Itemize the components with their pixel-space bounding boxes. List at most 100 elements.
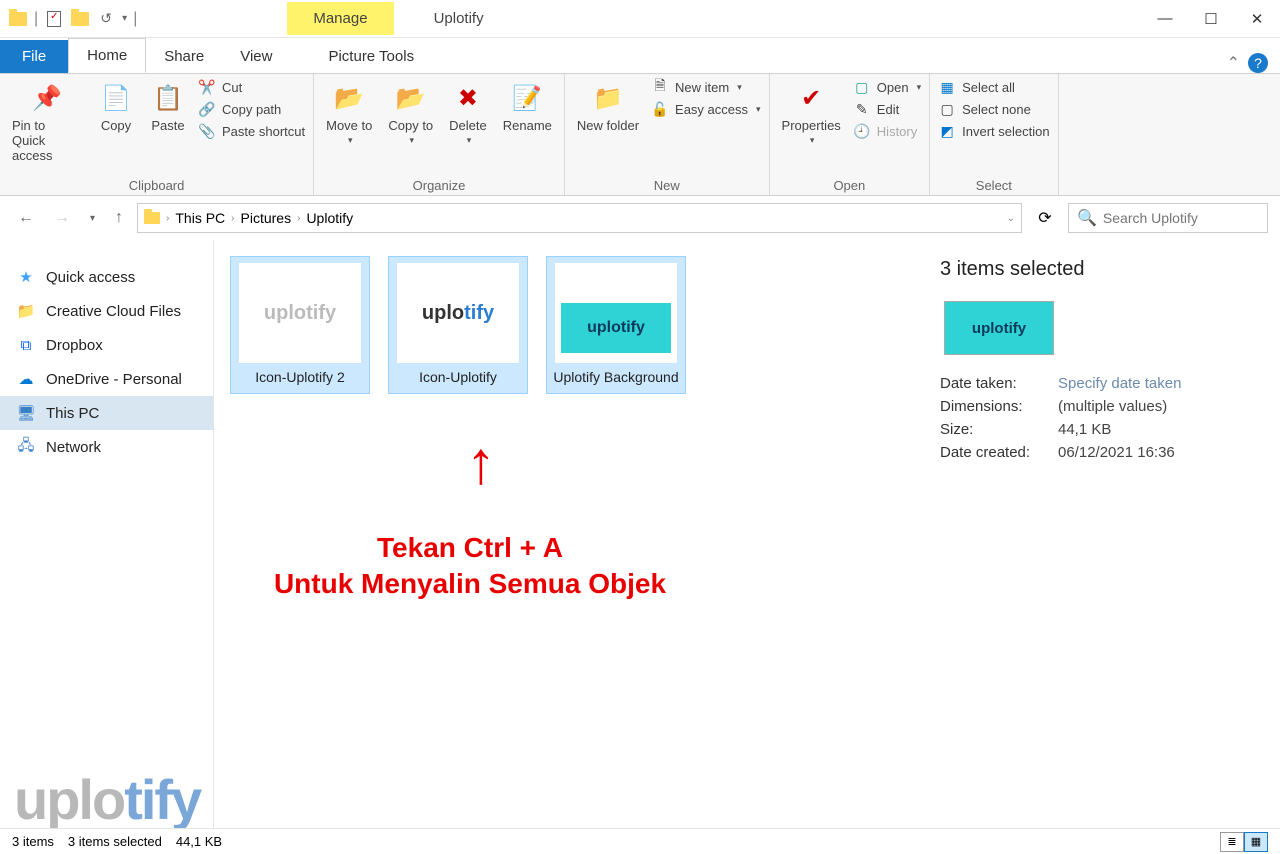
status-selected: 3 items selected (68, 834, 162, 849)
forward-button[interactable]: → (48, 205, 76, 231)
copy-path-button[interactable]: 🔗 Copy path (198, 100, 305, 118)
rename-button[interactable]: 📝Rename (499, 76, 556, 133)
cloud-icon: ☁ (16, 370, 36, 388)
sidebar-label: This PC (46, 405, 99, 422)
thumbnail: uplotify (555, 263, 677, 363)
copy-to-label: Copy to (388, 118, 433, 133)
properties-button[interactable]: ✔Properties (778, 76, 845, 146)
copy-to-button[interactable]: 📂Copy to (384, 76, 437, 146)
pin-label: Pin to Quick access (12, 118, 82, 163)
breadcrumb-uplotify[interactable]: Uplotify (306, 210, 353, 226)
sidebar-item-this-pc[interactable]: 🖥This PC (0, 396, 213, 430)
file-list[interactable]: uplotify Icon-Uplotify 2 uplotify Icon-U… (214, 240, 940, 828)
file-name: Icon-Uplotify (419, 369, 497, 385)
folder-icon: 📁 (16, 302, 36, 320)
navigation-row: ← → ▾ ↑ › This PC › Pictures › Uplotify … (0, 196, 1280, 240)
help-icon[interactable]: ? (1248, 53, 1268, 73)
new-folder-label: New folder (577, 118, 639, 133)
properties-qat-button[interactable] (44, 9, 64, 29)
new-folder-qat-button[interactable] (70, 9, 90, 29)
sidebar-item-dropbox[interactable]: ⧉Dropbox (0, 328, 213, 362)
tab-picture-tools[interactable]: Picture Tools (310, 40, 432, 73)
paste-shortcut-button[interactable]: 📎Paste shortcut (198, 122, 305, 140)
breadcrumb-this-pc[interactable]: This PC (175, 210, 225, 226)
sidebar-item-onedrive[interactable]: ☁ OneDrive - Personal (0, 362, 213, 396)
select-all-label: Select all (962, 80, 1015, 95)
copy-path-label: Copy path (222, 102, 281, 117)
invert-selection-button[interactable]: ◩Invert selection (938, 122, 1049, 140)
prop-key: Date created: (940, 444, 1040, 461)
content-area: ★Quick access 📁Creative Cloud Files ⧉Dro… (0, 240, 1280, 828)
back-button[interactable]: ← (12, 205, 40, 231)
close-button[interactable]: ✕ (1234, 0, 1280, 38)
new-folder-icon: 📁 (590, 80, 626, 116)
edit-label: Edit (877, 102, 899, 117)
move-to-button[interactable]: 📂Move to (322, 76, 376, 146)
thumbnails-view-button[interactable]: ▦ (1244, 832, 1268, 852)
tab-file[interactable]: File (0, 40, 68, 73)
file-name: Icon-Uplotify 2 (255, 369, 344, 385)
status-bar: 3 items 3 items selected 44,1 KB ≣ ▦ (0, 828, 1280, 854)
recent-dropdown[interactable]: ▾ (84, 209, 101, 228)
paste-button[interactable]: 📋 Paste (146, 76, 190, 133)
prop-key: Dimensions: (940, 398, 1040, 415)
tab-share[interactable]: Share (146, 40, 222, 73)
search-box[interactable]: 🔍 (1068, 203, 1268, 233)
shortcut-icon: 📎 (198, 122, 216, 140)
select-all-button[interactable]: ▦Select all (938, 78, 1049, 96)
details-view-button[interactable]: ≣ (1220, 832, 1244, 852)
prop-val[interactable]: Specify date taken (1058, 375, 1181, 392)
minimize-button[interactable]: — (1142, 0, 1188, 38)
open-button[interactable]: ▢Open (853, 78, 921, 96)
thumbnail: uplotify (397, 263, 519, 363)
new-folder-button[interactable]: 📁 New folder (573, 76, 643, 133)
invert-label: Invert selection (962, 124, 1049, 139)
cut-button[interactable]: ✂️Cut (198, 78, 305, 96)
sidebar-item-network[interactable]: 🖧Network (0, 430, 213, 464)
ribbon-tabs: File Home Share View Picture Tools ⌃ ? (0, 38, 1280, 74)
new-item-label: New item (675, 80, 729, 95)
pin-quick-access-button[interactable]: 📌 Pin to Quick access (8, 76, 86, 163)
group-organize-label: Organize (322, 178, 556, 195)
file-item[interactable]: uplotify Icon-Uplotify 2 (230, 256, 370, 394)
tab-view[interactable]: View (222, 40, 290, 73)
navigation-pane: ★Quick access 📁Creative Cloud Files ⧉Dro… (0, 240, 214, 828)
sidebar-item-quick-access[interactable]: ★Quick access (0, 260, 213, 294)
paste-icon: 📋 (150, 80, 186, 116)
file-item[interactable]: uplotify Uplotify Background (546, 256, 686, 394)
up-button[interactable]: ↑ (109, 205, 129, 231)
easy-access-icon: 🔓 (651, 100, 669, 118)
scissors-icon: ✂️ (198, 78, 216, 96)
refresh-button[interactable]: ⟳ (1030, 203, 1060, 233)
tab-home[interactable]: Home (68, 38, 146, 73)
copy-button[interactable]: 📄 Copy (94, 76, 138, 133)
address-dropdown[interactable]: ⌄ (1007, 213, 1015, 224)
move-icon: 📂 (331, 80, 367, 116)
delete-button[interactable]: ✖Delete (445, 76, 491, 146)
sidebar-item-creative-cloud[interactable]: 📁Creative Cloud Files (0, 294, 213, 328)
search-input[interactable] (1103, 210, 1280, 226)
undo-qat-button[interactable]: ↺ (96, 9, 116, 29)
separator: | (133, 10, 137, 28)
prop-key: Date taken: (940, 375, 1040, 392)
collapse-ribbon-icon[interactable]: ⌃ (1227, 53, 1240, 73)
thumbnail: uplotify (239, 263, 361, 363)
edit-button[interactable]: ✎Edit (853, 100, 921, 118)
group-new-label: New (573, 178, 761, 195)
address-bar[interactable]: › This PC › Pictures › Uplotify ⌄ (137, 203, 1022, 233)
file-item[interactable]: uplotify Icon-Uplotify (388, 256, 528, 394)
qat-dropdown[interactable]: ▾ (122, 13, 127, 24)
easy-access-button[interactable]: 🔓Easy access (651, 100, 761, 118)
sidebar-label: OneDrive - Personal (46, 371, 182, 388)
annotation-line1: Tekan Ctrl + A (377, 532, 563, 563)
context-tab-manage[interactable]: Manage (287, 2, 393, 35)
network-icon: 🖧 (16, 438, 36, 456)
select-none-button[interactable]: ▢Select none (938, 100, 1049, 118)
status-items: 3 items (12, 834, 54, 849)
history-button[interactable]: 🕘History (853, 122, 921, 140)
maximize-button[interactable]: ☐ (1188, 0, 1234, 38)
prop-key: Size: (940, 421, 1040, 438)
new-item-button[interactable]: 🗎New item (651, 78, 761, 96)
path-icon: 🔗 (198, 100, 216, 118)
breadcrumb-pictures[interactable]: Pictures (241, 210, 292, 226)
